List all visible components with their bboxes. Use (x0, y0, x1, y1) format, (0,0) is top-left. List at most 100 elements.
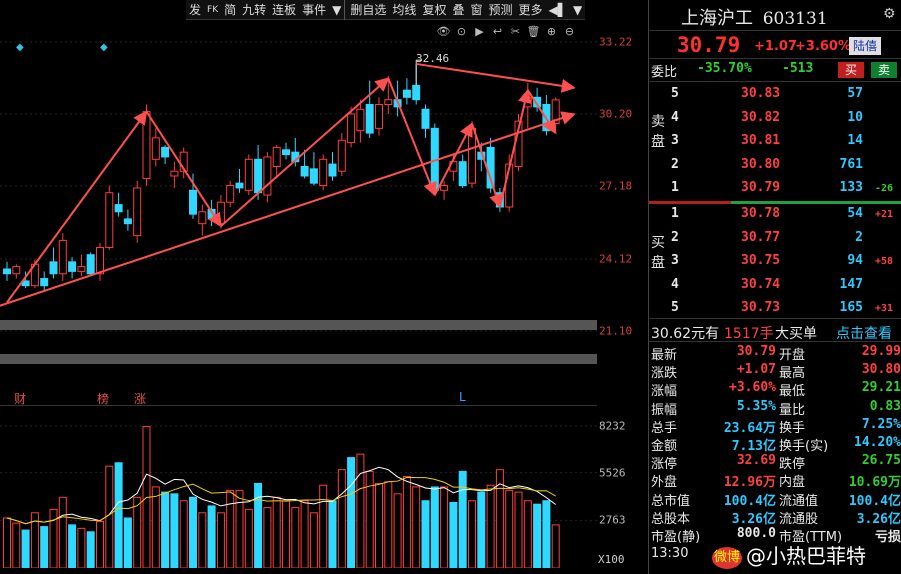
tag-zhang[interactable]: 涨 (134, 390, 146, 407)
stats-value: 10.69万 (848, 475, 901, 491)
ask-level: 2 (671, 156, 679, 172)
ask-volume: 14 (847, 133, 863, 148)
ask-price: 30.79 (741, 180, 781, 195)
stats-row: 涨幅 +3.60% 最低 29.21 (649, 380, 901, 399)
toolbar-item-9[interactable]: 复权 (419, 0, 449, 20)
volume-bar (216, 512, 225, 568)
candle-body (347, 113, 356, 144)
volume-axis: 8232 5526 2763 (597, 406, 647, 568)
ask-delta: -26 (875, 183, 894, 194)
volume-bar (96, 520, 104, 568)
tag-bang[interactable]: 榜 (97, 390, 109, 407)
stats-value: 30.79 (736, 344, 776, 359)
volume-axis-label: 8232 (599, 419, 626, 433)
toolbar-item-3[interactable]: 九转 (239, 0, 269, 20)
tag-cai[interactable]: 财 (14, 390, 26, 407)
tag-l[interactable]: L (459, 390, 466, 404)
volume-bar (114, 462, 123, 568)
candle-body (458, 161, 467, 187)
volume-bar (440, 486, 449, 568)
bid-row[interactable]: 4 30.74 147 (649, 277, 901, 295)
sell-button[interactable]: 卖 (871, 62, 897, 78)
bid-row[interactable]: 2 30.77 2 (649, 230, 901, 248)
ask-level: 1 (671, 180, 679, 195)
price-change: +1.07 (754, 39, 797, 54)
toolbar-item-0[interactable]: 发 (186, 0, 204, 20)
price-axis-label: 21.10 (599, 324, 633, 338)
toolbar-item-8[interactable]: 均线 (389, 0, 419, 20)
divider (649, 30, 901, 31)
ask-row[interactable]: 1 30.79 133 -26 (649, 180, 901, 198)
toolbar-item-5[interactable]: 事件 (299, 0, 329, 20)
bid-volume: 94 (847, 253, 863, 268)
toolbar-item-12[interactable]: 预测 (485, 0, 515, 20)
kline-chart-panel[interactable]: 发 FK 简九转 连板 事件 ▼ 删自选 均线 复权叠窗预测 更多 ◀▌ ▼ 👁 ⊙ ▶ ↩ ✂ 🗑 ⊕ ⊖ ◆ ◆ … (0, 0, 648, 574)
stock-code: 603131 (762, 9, 828, 29)
toolbar-item-4[interactable]: 连板 (269, 0, 299, 20)
divider (649, 341, 901, 342)
candle-body (170, 170, 179, 177)
chart-toolbar: 发 FK 简九转 连板 事件 ▼ 删自选 均线 复权叠窗预测 更多 ◀▌ ▼ (186, 0, 586, 20)
toolbar-item-1[interactable]: FK (204, 0, 221, 20)
toolbar-item-11[interactable]: 窗 (467, 0, 485, 20)
divider (649, 58, 901, 59)
stats-label: 总市值 (651, 493, 691, 509)
volume-chart[interactable] (0, 406, 597, 568)
stats-label: 开盘 (779, 348, 806, 363)
volume-bar (337, 469, 346, 568)
stats-label: 市盈(静) (651, 530, 701, 545)
toolbar-item-6[interactable]: ▼ (329, 0, 344, 20)
trend-line-arrow (498, 88, 532, 208)
big-order-link[interactable]: 点击查看 (836, 323, 892, 343)
marker-diamond-icon: ◆ (16, 42, 24, 53)
toolbar-item-15[interactable]: ▼ (570, 0, 585, 20)
candlestick-chart[interactable]: ◆ ◆ (0, 20, 597, 340)
ask-row[interactable]: 3 30.81 14 (649, 133, 901, 151)
stats-label: 金额 (651, 439, 678, 454)
bid-volume: 54 (847, 206, 863, 221)
toolbar-item-13[interactable]: 更多 (516, 0, 546, 20)
stats-value: 23.64万 (723, 420, 776, 436)
bid-row[interactable]: 1 30.78 54 +21 (649, 206, 901, 224)
bid-row[interactable]: 3 30.75 94 +58 (649, 253, 901, 271)
stats-label: 总手 (651, 420, 678, 436)
volume-bar (375, 482, 383, 568)
trend-line-arrow (387, 77, 437, 197)
candle-body (96, 247, 104, 275)
scale-bar-bottom[interactable] (0, 354, 597, 364)
event-tags-row: 财 榜 涨 L (0, 388, 597, 406)
margin-badge[interactable]: 陆僖 (849, 37, 881, 55)
price-change-pct: +3.60% (795, 39, 851, 54)
candle-body (272, 146, 281, 167)
bid-price: 30.75 (741, 253, 781, 268)
stats-label: 振幅 (651, 402, 678, 418)
stats-row: 总股本 3.26亿 流通股 3.26亿 (649, 508, 901, 527)
gear-icon[interactable]: ⚙ (883, 6, 896, 22)
scale-bar-top[interactable] (0, 320, 597, 330)
toolbar-item-10[interactable]: 叠 (449, 0, 467, 20)
buy-button[interactable]: 买 (838, 62, 864, 78)
volume-bar (49, 508, 58, 568)
ask-row[interactable]: 4 30.82 10 (649, 110, 901, 128)
candle-body (49, 261, 58, 275)
candle-body (421, 108, 430, 129)
trend-line-arrow (526, 89, 557, 135)
bid-row[interactable]: 5 30.73 165 +31 (649, 300, 901, 318)
volume-bar (86, 531, 95, 568)
ask-row[interactable]: 5 30.83 57 (649, 86, 901, 104)
toolbar-item-2[interactable]: 简 (221, 0, 239, 20)
candle-body (263, 156, 272, 196)
stats-label: 内盘 (779, 475, 806, 491)
toolbar-item-7[interactable]: 删自选 (344, 0, 389, 20)
stats-label: 流通值 (779, 493, 819, 509)
weibo-logo-icon: 微博 (712, 546, 742, 569)
ask-level: 4 (671, 109, 679, 125)
toolbar-item-14[interactable]: ◀▌ (546, 0, 570, 20)
watermark: 微博 @小热巴菲特 (712, 540, 866, 569)
ratio-bar-sell (649, 201, 731, 204)
candle-body (309, 168, 318, 184)
ask-row[interactable]: 2 30.80 761 (649, 157, 901, 175)
volume-bar (170, 493, 179, 568)
big-order-label: 大买单 (775, 326, 817, 342)
stats-row: 振幅 5.35% 量比 0.83 (649, 399, 901, 418)
